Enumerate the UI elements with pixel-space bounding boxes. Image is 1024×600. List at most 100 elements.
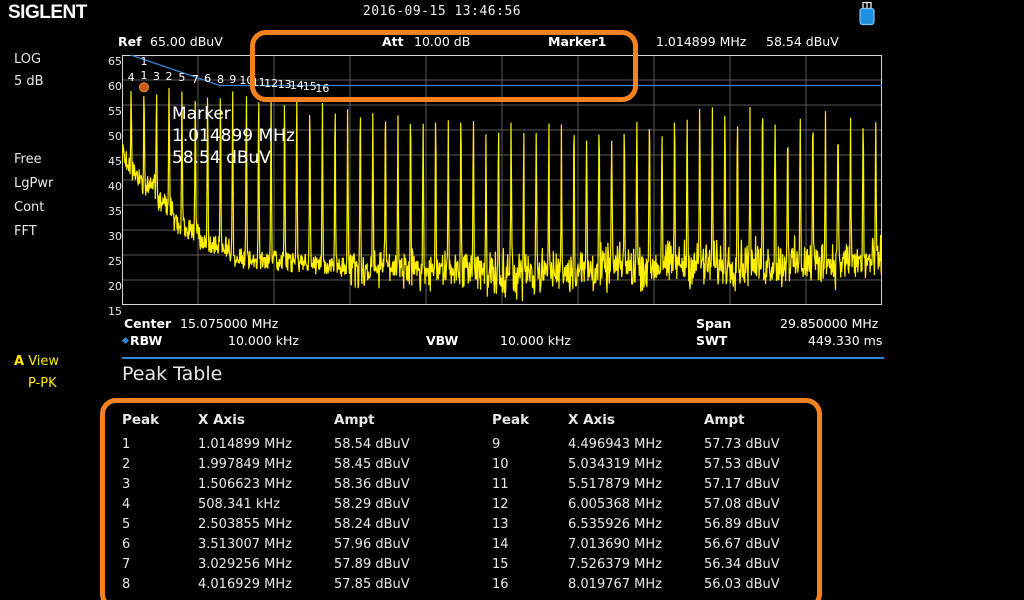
- peak-label-5: 5: [178, 71, 185, 84]
- cell-x-axis: 2.503855 MHz: [198, 517, 292, 532]
- sweep-time-label: SWT: [696, 333, 727, 348]
- peak-label-16: 16: [315, 82, 329, 95]
- peak-label-12: 12: [264, 77, 278, 90]
- peak-table: Peak X Axis Ampt 11.014899 MHz58.54 dBuV…: [122, 412, 822, 598]
- cell-amplitude: 56.03 dBuV: [704, 577, 780, 592]
- sweep-time-value: 449.330 ms: [808, 333, 882, 348]
- table-row[interactable]: 16 8.019767 MHz 56.03 dBuV: [492, 577, 842, 597]
- cell-x-axis: 6.535926 MHz: [568, 517, 662, 532]
- left-status-sidebar: LOG 5 dB Free LgPwr Cont FFT A View P-PK: [0, 30, 118, 390]
- cell-x-axis: 8.019767 MHz: [568, 577, 662, 592]
- marker-peak-label: 1: [141, 55, 148, 68]
- cell-x-axis: 4.496943 MHz: [568, 437, 662, 452]
- table-row[interactable]: 13 6.535926 MHz 56.89 dBuV: [492, 517, 842, 537]
- y-axis-tick: 20: [104, 280, 122, 293]
- cell-peak-index: 13: [492, 517, 509, 532]
- datetime-display: 2016-09-15 13:46:56: [0, 4, 884, 19]
- cell-peak-index: 1: [122, 437, 130, 452]
- sidebar-item-sweep-mode: Cont: [14, 200, 44, 215]
- sidebar-item-detector: P-PK: [28, 376, 57, 391]
- cell-peak-index: 7: [122, 557, 130, 572]
- cell-amplitude: 57.73 dBuV: [704, 437, 780, 452]
- ref-level-label: Ref: [118, 34, 142, 49]
- cell-peak-index: 11: [492, 477, 509, 492]
- peak-label-7: 7: [192, 73, 199, 86]
- cell-amplitude: 58.36 dBuV: [334, 477, 410, 492]
- graph-footer-row-1: Center 15.075000 MHz Span 29.850000 MHz: [118, 316, 884, 332]
- cell-peak-index: 3: [122, 477, 130, 492]
- table-row[interactable]: 11.014899 MHz58.54 dBuV: [122, 437, 472, 457]
- peak-label-14: 14: [290, 79, 304, 92]
- sidebar-item-fft-mode: FFT: [14, 224, 37, 239]
- table-row[interactable]: 7 3.029256 MHz 57.89 dBuV: [122, 557, 472, 577]
- center-freq-value: 15.075000 MHz: [180, 316, 278, 331]
- column-header-x-axis: X Axis: [568, 412, 615, 428]
- table-row[interactable]: 147.013690 MHz56.67 dBuV: [492, 537, 842, 557]
- y-axis-tick: 30: [104, 230, 122, 243]
- y-axis-tick: 55: [104, 105, 122, 118]
- spectrum-analyzer-screen: SIGLENT 2016-09-15 13:46:56 LOG 5 dB Fre…: [0, 0, 1024, 600]
- cell-x-axis: 6.005368 MHz: [568, 497, 662, 512]
- attenuation-value: 10.00 dB: [414, 34, 470, 49]
- cell-amplitude: 58.24 dBuV: [334, 517, 410, 532]
- table-row[interactable]: 63.513007 MHz57.96 dBuV: [122, 537, 472, 557]
- cell-x-axis: 1.506623 MHz: [198, 477, 292, 492]
- cell-x-axis: 508.341 kHz: [198, 497, 280, 512]
- rbw-coupling-icon: [122, 337, 129, 344]
- vbw-label: VBW: [426, 333, 458, 348]
- y-axis-tick: 45: [104, 155, 122, 168]
- cell-amplitude: 58.45 dBuV: [334, 457, 410, 472]
- attenuation-label: Att: [382, 34, 404, 49]
- cell-peak-index: 8: [122, 577, 130, 592]
- cell-peak-index: 9: [492, 437, 500, 452]
- sidebar-item-scale-type: LOG: [14, 52, 41, 67]
- vbw-value: 10.000 kHz: [500, 333, 571, 348]
- table-row[interactable]: 52.503855 MHz58.24 dBuV: [122, 517, 472, 537]
- cell-peak-index: 6: [122, 537, 130, 552]
- cell-peak-index: 16: [492, 577, 509, 592]
- cell-x-axis: 1.997849 MHz: [198, 457, 292, 472]
- table-row[interactable]: 9 4.496943 MHz 57.73 dBuV: [492, 437, 842, 457]
- column-header-x-axis: X Axis: [198, 412, 245, 428]
- column-header-peak: Peak: [122, 412, 159, 428]
- y-axis-tick: 50: [104, 130, 122, 143]
- cell-x-axis: 3.029256 MHz: [198, 557, 292, 572]
- peak-label-4: 4: [128, 71, 135, 84]
- table-row[interactable]: 105.034319 MHz57.53 dBuV: [492, 457, 842, 477]
- cell-amplitude: 57.17 dBuV: [704, 477, 780, 492]
- cell-amplitude: 57.96 dBuV: [334, 537, 410, 552]
- cell-amplitude: 57.53 dBuV: [704, 457, 780, 472]
- peak-label-2: 2: [166, 70, 173, 83]
- y-axis-tick: 40: [104, 180, 122, 193]
- sidebar-item-trace-view: A View: [14, 354, 59, 369]
- sidebar-item-scale-div: 5 dB: [14, 74, 44, 89]
- column-header-peak: Peak: [492, 412, 529, 428]
- trace-view-label: View: [28, 354, 59, 369]
- table-row[interactable]: 84.016929 MHz57.85 dBuV: [122, 577, 472, 597]
- sidebar-item-avg-type: LgPwr: [14, 176, 53, 191]
- peak-label-1: 1: [141, 69, 148, 82]
- cell-amplitude: 57.89 dBuV: [334, 557, 410, 572]
- cell-amplitude: 56.89 dBuV: [704, 517, 780, 532]
- y-axis-tick: 65: [104, 55, 122, 68]
- table-row[interactable]: 4 508.341 kHz 58.29 dBuV: [122, 497, 472, 517]
- cell-x-axis: 4.016929 MHz: [198, 577, 292, 592]
- table-row[interactable]: 2 1.997849 MHz 58.45 dBuV: [122, 457, 472, 477]
- cell-peak-index: 4: [122, 497, 130, 512]
- marker1-frequency: 1.014899 MHz: [656, 34, 746, 49]
- marker1-amplitude: 58.54 dBuV: [766, 34, 839, 49]
- table-row[interactable]: 157.526379 MHz56.34 dBuV: [492, 557, 842, 577]
- cell-x-axis: 7.526379 MHz: [568, 557, 662, 572]
- column-header-ampt: Ampt: [704, 412, 745, 428]
- graph-footer-bar: Center 15.075000 MHz Span 29.850000 MHz …: [118, 316, 884, 350]
- graph-header-bar: Ref 65.00 dBuV Att 10.00 dB Marker1 1.01…: [118, 34, 884, 52]
- cell-amplitude: 57.08 dBuV: [704, 497, 780, 512]
- table-row[interactable]: 115.517879 MHz57.17 dBuV: [492, 477, 842, 497]
- cell-peak-index: 2: [122, 457, 130, 472]
- center-freq-label: Center: [124, 316, 171, 331]
- table-row[interactable]: 3 1.506623 MHz 58.36 dBuV: [122, 477, 472, 497]
- table-row[interactable]: 126.005368 MHz57.08 dBuV: [492, 497, 842, 517]
- y-axis-tick: 25: [104, 255, 122, 268]
- peak-label-6: 6: [204, 72, 211, 85]
- cell-amplitude: 58.29 dBuV: [334, 497, 410, 512]
